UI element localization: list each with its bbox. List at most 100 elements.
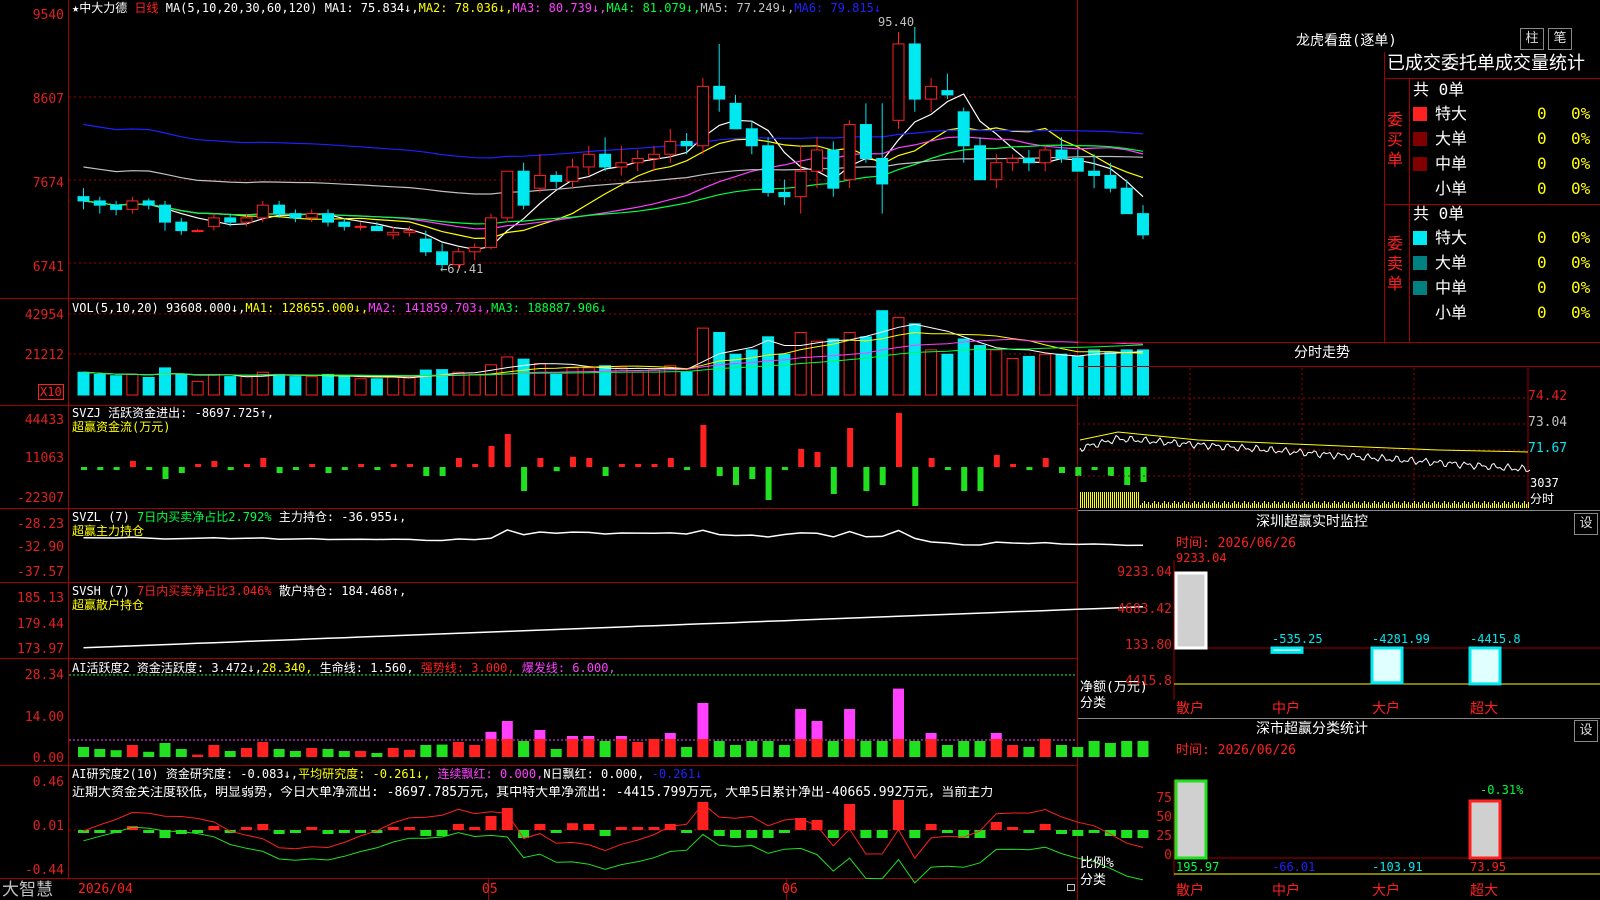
- research-bar: [1023, 830, 1035, 833]
- activity-bar: [681, 747, 693, 757]
- activity-bar: [811, 739, 823, 757]
- ratio-bar: [1174, 779, 1208, 860]
- fund-flow-bar: [292, 467, 299, 470]
- fund-flow-bar: [374, 467, 381, 470]
- activity-bar: [697, 703, 709, 739]
- research-bar: [567, 823, 578, 830]
- research-bar: [241, 827, 252, 830]
- activity-bar: [795, 709, 807, 739]
- activity-bar: [925, 733, 937, 739]
- fund-flow-bar: [896, 413, 902, 467]
- research-bar: [632, 827, 644, 830]
- activity-bar: [664, 733, 676, 739]
- fund-flow-bar: [733, 467, 739, 485]
- research-bar: [94, 830, 106, 833]
- research-bar: [306, 827, 318, 830]
- research-bar: [762, 830, 774, 838]
- research-bar: [355, 830, 367, 833]
- activity-bar: [1039, 739, 1051, 757]
- activity-bar: [501, 739, 513, 757]
- fund-flow-bar: [260, 458, 267, 467]
- research-bar: [811, 820, 823, 830]
- fund-flow-bar: [961, 467, 968, 491]
- fund-flow-bar: [749, 467, 756, 479]
- research-bar: [909, 830, 921, 838]
- research-bar: [778, 830, 790, 833]
- research-bar: [485, 816, 497, 830]
- date-label: 2026/04: [78, 882, 133, 897]
- activity-bar: [567, 739, 578, 757]
- fund-flow-bar: [977, 467, 984, 491]
- fund-flow-bar: [700, 425, 707, 467]
- fund-flow-bar: [651, 464, 658, 467]
- activity-bar: [746, 741, 758, 757]
- fund-flow-bar: [1010, 464, 1017, 467]
- research-bar: [322, 830, 334, 834]
- classify-bar-chart: [1173, 779, 1600, 876]
- research-bar: [143, 830, 155, 833]
- fund-flow-bar: [765, 467, 772, 500]
- activity-bar: [893, 739, 904, 757]
- retail-holding-line: [83, 606, 1144, 649]
- activity-bar: [876, 741, 888, 757]
- research-bar: [827, 830, 839, 838]
- activity-bar: [257, 742, 269, 757]
- research-bar: [469, 827, 481, 830]
- activity-bar: [632, 742, 644, 757]
- research-bar: [746, 830, 758, 838]
- activity-bar: [583, 739, 595, 757]
- activity-bar: [501, 721, 513, 739]
- fund-flow-bar: [798, 449, 805, 467]
- fund-flow-bar: [635, 464, 642, 467]
- activity-bar: [762, 741, 774, 757]
- activity-bar: [958, 741, 970, 757]
- brand-label: 大智慧: [2, 880, 53, 900]
- fund-flow-bar: [814, 452, 821, 467]
- ratio-bar: [1468, 799, 1502, 860]
- lock-icon[interactable]: [1067, 884, 1075, 891]
- fund-flow-bar: [1026, 467, 1033, 470]
- fund-flow-bar: [847, 428, 854, 467]
- fund-flow-bar: [81, 467, 87, 470]
- activity-bar: [469, 745, 481, 757]
- activity-bar: [941, 745, 953, 757]
- date-label: 06: [782, 882, 798, 897]
- main-holding-line: [83, 529, 1144, 547]
- activity-bar: [436, 744, 448, 757]
- activity-bar: [1023, 747, 1035, 757]
- fund-flow-bar: [455, 458, 462, 467]
- fund-flow-bar: [341, 467, 348, 470]
- research-bar: [404, 827, 415, 830]
- activity-bar: [925, 739, 937, 757]
- fund-flow-bar: [602, 467, 609, 476]
- activity-bar: [534, 739, 546, 757]
- activity-bar: [615, 739, 627, 757]
- research-bar: [289, 830, 301, 833]
- fund-flow-bar: [178, 467, 185, 473]
- activity-bar: [241, 748, 252, 757]
- fund-flow-bar: [325, 467, 332, 473]
- research-bar: [436, 830, 448, 836]
- chart-area[interactable]: 9540 8607 7674 6741 ★中大力德 日线 MA(5,10,20,…: [0, 0, 1149, 900]
- activity-bar: [371, 753, 383, 757]
- fund-flow-bar: [1042, 458, 1049, 467]
- fund-flow-bar: [553, 467, 560, 472]
- activity-bar: [909, 741, 921, 757]
- fund-flow-bar: [244, 464, 250, 467]
- date-label: 05: [482, 882, 498, 897]
- research-bar: [941, 830, 953, 833]
- activity-bar: [485, 739, 497, 757]
- fund-flow-bar: [879, 467, 886, 485]
- activity-bar: [811, 721, 823, 739]
- fund-flow-bar: [227, 467, 234, 470]
- fund-flow-bar: [1059, 467, 1065, 473]
- activity-bar: [322, 749, 334, 757]
- research-bar: [192, 830, 204, 833]
- research-bar: [208, 826, 220, 830]
- fund-flow-bar: [309, 464, 316, 467]
- research-bar: [338, 830, 350, 833]
- activity-bar: [126, 745, 138, 757]
- activity-bar: [159, 743, 171, 757]
- activity-bar: [713, 741, 725, 757]
- fund-flow-bar: [211, 461, 218, 467]
